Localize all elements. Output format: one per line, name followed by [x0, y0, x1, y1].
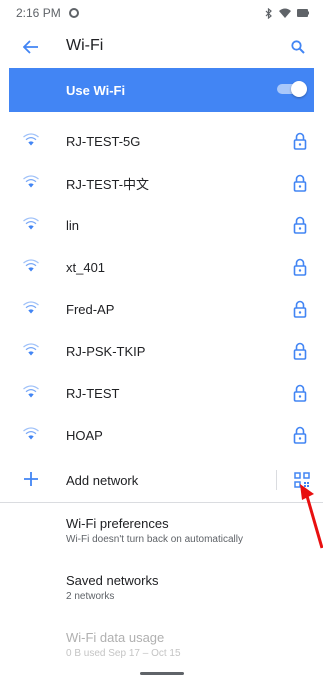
- wifi-preferences-item[interactable]: Wi-Fi preferences Wi-Fi doesn't turn bac…: [66, 516, 313, 545]
- network-ssid: xt_401: [66, 259, 106, 275]
- lock-icon: [293, 132, 307, 150]
- network-row-rj-test-zh[interactable]: RJ-TEST-中文: [0, 162, 323, 204]
- network-row-rj-test-5g[interactable]: RJ-TEST-5G: [0, 120, 323, 162]
- wifi-data-usage-title: Wi-Fi data usage: [66, 630, 165, 645]
- wifi-signal-icon: [23, 343, 39, 356]
- lock-icon: [293, 384, 307, 402]
- lock-icon: [293, 258, 307, 276]
- wifi-signal-icon: [23, 133, 39, 146]
- lock-icon: [293, 342, 307, 360]
- network-row-hoap[interactable]: HOAP: [0, 414, 323, 456]
- toggle-thumb: [291, 81, 307, 97]
- network-ssid: RJ-TEST-5G: [66, 133, 141, 149]
- bluetooth-icon: [265, 7, 272, 19]
- plus-icon: [24, 472, 38, 486]
- annotation-arrow-icon: [300, 484, 323, 549]
- lock-icon: [293, 300, 307, 318]
- network-ssid: Fred-AP: [66, 301, 115, 317]
- battery-icon: [297, 9, 309, 17]
- lock-icon: [293, 426, 307, 444]
- use-wifi-switch-bar[interactable]: Use Wi-Fi: [9, 68, 314, 112]
- saved-networks-title: Saved networks: [66, 573, 159, 588]
- network-row-rj-psk-tkip[interactable]: RJ-PSK-TKIP: [0, 330, 323, 372]
- status-bar: 2:16 PM: [0, 0, 323, 26]
- wifi-signal-icon: [279, 8, 291, 18]
- add-network-label: Add network: [66, 473, 139, 488]
- wifi-data-usage-summary: 0 B used Sep 17 – Oct 15: [66, 648, 181, 659]
- search-button[interactable]: [287, 36, 309, 58]
- search-icon: [291, 40, 305, 54]
- wifi-signal-icon: [23, 385, 39, 398]
- wifi-signal-icon: [23, 217, 39, 230]
- wifi-signal-icon: [23, 259, 39, 272]
- lock-icon: [293, 174, 307, 192]
- gesture-nav-handle[interactable]: [140, 672, 184, 675]
- notification-icon: [68, 8, 79, 18]
- wifi-signal-icon: [23, 175, 39, 188]
- network-ssid: RJ-TEST: [66, 385, 120, 401]
- wifi-data-usage-item[interactable]: Wi-Fi data usage 0 B used Sep 17 – Oct 1…: [66, 630, 313, 659]
- wifi-preferences-title: Wi-Fi preferences: [66, 516, 169, 531]
- network-ssid: RJ-TEST-中文: [66, 176, 150, 192]
- add-network-row[interactable]: Add network: [0, 458, 323, 502]
- use-wifi-label: Use Wi-Fi: [66, 82, 126, 98]
- wifi-preferences-summary: Wi-Fi doesn't turn back on automatically: [66, 534, 243, 545]
- network-ssid: HOAP: [66, 427, 103, 443]
- network-row-rj-test[interactable]: RJ-TEST: [0, 372, 323, 414]
- saved-networks-summary: 2 networks: [66, 591, 115, 602]
- section-divider: [0, 502, 323, 503]
- lock-icon: [293, 216, 307, 234]
- network-ssid: RJ-PSK-TKIP: [66, 343, 146, 359]
- network-ssid: lin: [66, 217, 80, 233]
- arrow-back-icon: [23, 40, 38, 54]
- wifi-signal-icon: [23, 301, 39, 314]
- network-row-fred-ap[interactable]: Fred-AP: [0, 288, 323, 330]
- network-row-xt-401[interactable]: xt_401: [0, 246, 323, 288]
- status-icons: [265, 7, 309, 19]
- wifi-settings-screen: 2:16 PM Wi-Fi Use Wi-Fi RJ-TEST-5G RJ-TE…: [0, 0, 323, 681]
- app-bar: Wi-Fi: [0, 26, 323, 68]
- use-wifi-toggle[interactable]: [277, 81, 307, 97]
- back-button[interactable]: [20, 36, 42, 58]
- network-list: RJ-TEST-5G RJ-TEST-中文 lin xt_401 Fred-AP…: [0, 120, 323, 456]
- row-divider: [276, 470, 277, 490]
- status-time: 2:16 PM: [16, 6, 61, 20]
- network-row-lin[interactable]: lin: [0, 204, 323, 246]
- page-title: Wi-Fi: [66, 37, 104, 54]
- saved-networks-item[interactable]: Saved networks 2 networks: [66, 573, 313, 602]
- wifi-signal-icon: [23, 427, 39, 440]
